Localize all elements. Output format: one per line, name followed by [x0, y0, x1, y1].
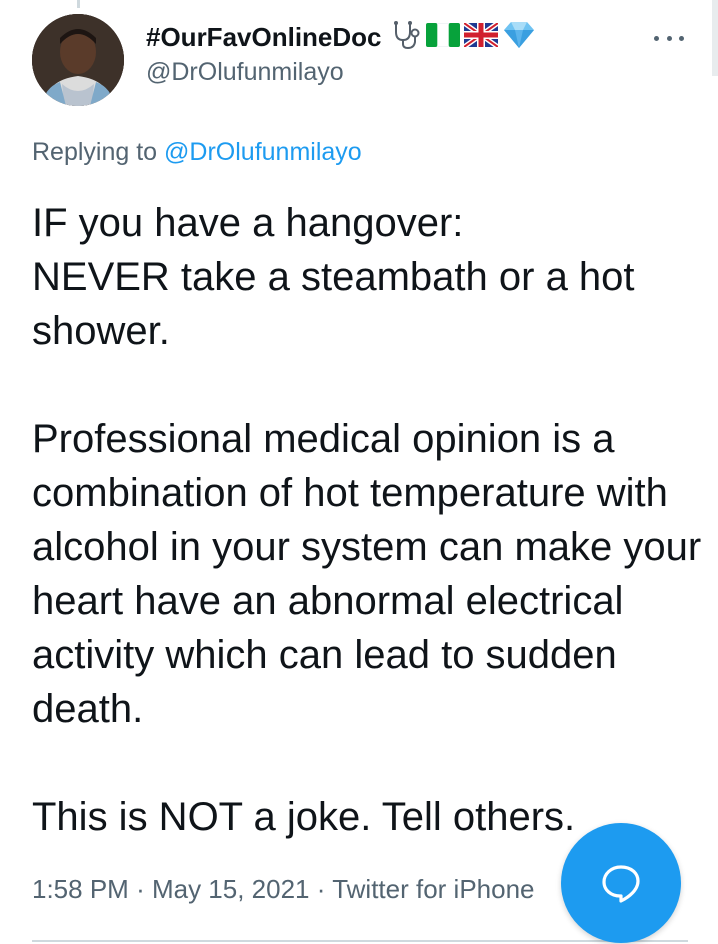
thread-connector-line	[77, 0, 80, 8]
scrollbar[interactable]	[712, 0, 718, 76]
tweet-header: #OurFavOnlineDoc @DrOlufunmilayo	[32, 14, 688, 106]
tweet-date[interactable]: May 15, 2021	[152, 874, 310, 904]
author-handle[interactable]: @DrOlufunmilayo	[146, 58, 540, 87]
replying-to-label: Replying to	[32, 138, 158, 166]
avatar[interactable]	[32, 14, 124, 106]
tweet-time[interactable]: 1:58 PM	[32, 874, 129, 904]
compose-reply-button[interactable]	[561, 823, 681, 943]
tweet-metadata: 1:58 PM · May 15, 2021 · Twitter for iPh…	[32, 874, 535, 905]
replying-to-line: Replying to @DrOlufunmilayo	[32, 138, 362, 167]
display-name-row[interactable]: #OurFavOnlineDoc	[146, 20, 540, 54]
more-dot-icon	[679, 35, 684, 41]
tweet-text: IF you have a hangover: NEVER take a ste…	[32, 201, 702, 839]
more-options-button[interactable]	[654, 28, 684, 48]
avatar-image	[32, 14, 124, 106]
uk-flag-icon	[462, 20, 499, 52]
divider	[32, 940, 688, 942]
display-name[interactable]: #OurFavOnlineDoc	[146, 22, 382, 53]
more-dot-icon	[654, 35, 659, 41]
tweet-detail-page: #OurFavOnlineDoc @DrOlufunmilayo Replyin…	[0, 0, 718, 944]
stethoscope-icon	[390, 20, 422, 55]
replying-to-mention[interactable]: @DrOlufunmilayo	[164, 138, 362, 166]
author-names: #OurFavOnlineDoc @DrOlufunmilayo	[146, 20, 540, 87]
name-emojis	[390, 20, 540, 55]
meta-separator: ·	[316, 874, 326, 904]
blue-diamond-icon	[502, 20, 536, 55]
more-dot-icon	[666, 35, 672, 41]
nigeria-flag-icon	[425, 22, 460, 52]
compose-reply-icon	[602, 865, 640, 903]
meta-separator: ·	[136, 874, 145, 904]
tweet-source[interactable]: Twitter for iPhone	[332, 874, 534, 904]
